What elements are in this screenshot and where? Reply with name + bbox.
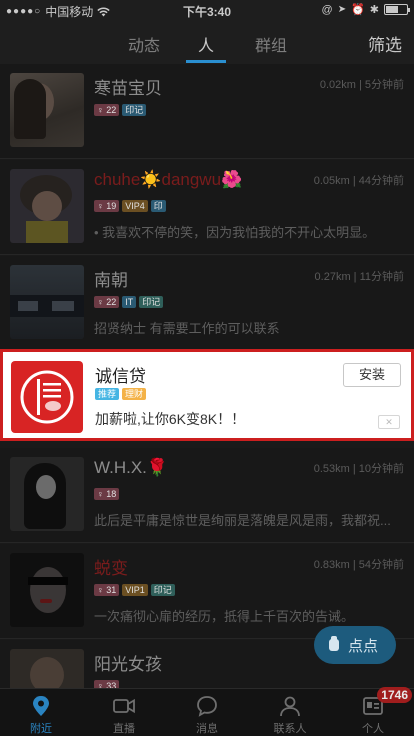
user-name: 寒苗宝贝 bbox=[94, 79, 162, 98]
age-badge: ♀ 22 bbox=[94, 104, 120, 116]
avatar bbox=[10, 649, 84, 688]
ad-tag-recommend: 推荐 bbox=[95, 388, 120, 400]
age-badge: ♀ 33 bbox=[94, 680, 120, 688]
ad-name: 诚信贷 bbox=[95, 367, 146, 386]
imprint-badge: 印 bbox=[150, 200, 166, 212]
imprint-badge: 印记 bbox=[139, 296, 164, 308]
tab-profile[interactable]: 个人 1746 bbox=[332, 687, 414, 736]
avatar bbox=[10, 73, 84, 147]
chat-bubble-icon bbox=[197, 696, 217, 717]
imprint-badge: 印记 bbox=[122, 104, 147, 116]
ad-logo-icon bbox=[11, 361, 83, 433]
tab-nearby[interactable]: 附近 bbox=[0, 689, 82, 736]
user-signature: 一次痛彻心扉的经历，抵得上千百次的告诫。 bbox=[94, 609, 355, 624]
nearby-user-list[interactable]: 寒苗宝贝 0.02km | 5分钟前 ♀ 22 印记 chuhe☀️dangwu… bbox=[0, 64, 414, 688]
ad-description: 加薪啦,让你6K变8K！！ bbox=[95, 411, 246, 427]
age-badge: ♀ 31 bbox=[94, 584, 120, 596]
video-camera-icon bbox=[113, 698, 135, 714]
notification-count-badge: 1746 bbox=[377, 687, 412, 703]
industry-badge: IT bbox=[122, 296, 137, 308]
user-signature: • 我喜欢不停的笑，因为我怕我的不开心太明显。 bbox=[94, 225, 376, 240]
hand-icon bbox=[329, 636, 339, 651]
location-icon: ➤ bbox=[337, 4, 347, 15]
tab-dongtai[interactable]: 动态 bbox=[128, 32, 160, 56]
person-icon bbox=[280, 696, 300, 717]
user-signature: 此后是平庸是惊世是绚丽是落魄是风是雨，我都祝... bbox=[94, 513, 391, 528]
user-name: 阳光女孩 bbox=[94, 655, 162, 674]
battery-icon bbox=[384, 4, 410, 15]
list-item[interactable]: 寒苗宝贝 0.02km | 5分钟前 ♀ 22 印记 bbox=[0, 64, 414, 159]
avatar bbox=[10, 553, 84, 627]
vip-badge: VIP4 bbox=[122, 200, 148, 212]
list-item[interactable]: chuhe☀️dangwu🌺 0.05km | 44分钟前 ♀ 19 VIP4 … bbox=[0, 160, 414, 255]
sponsored-ad-item[interactable]: 诚信贷 推荐 理财 加薪啦,让你6K变8K！！ 安装 ✕ bbox=[0, 349, 414, 441]
avatar bbox=[10, 265, 84, 339]
status-bar: ●●●●○ 中国移动 下午3:40 @ ➤ ⏰ ✱ bbox=[0, 0, 414, 20]
close-ad-button[interactable]: ✕ bbox=[378, 415, 400, 429]
bluetooth-icon: ✱ bbox=[369, 4, 379, 16]
list-item[interactable]: W.H.X.🌹 0.53km | 10分钟前 ♀ 18 此后是平庸是惊世是绚丽是… bbox=[0, 448, 414, 543]
active-tab-indicator bbox=[186, 60, 226, 63]
lock-rotation-icon: @ bbox=[321, 3, 333, 16]
install-button[interactable]: 安装 bbox=[343, 363, 401, 387]
age-badge: ♀ 18 bbox=[94, 488, 120, 500]
vip-badge: VIP1 bbox=[122, 584, 148, 596]
imprint-badge: 印记 bbox=[150, 584, 175, 596]
bottom-tab-bar: 附近 直播 消息 联系人 个人 1746 bbox=[0, 687, 414, 736]
list-item[interactable]: 南朝 0.27km | 11分钟前 ♀ 22 IT 印记 招贤纳士 有需要工作的… bbox=[0, 256, 414, 351]
list-item[interactable]: 蜕变 0.83km | 54分钟前 ♀ 31 VIP1 印记 一次痛彻心扉的经历… bbox=[0, 544, 414, 639]
avatar bbox=[10, 169, 84, 243]
distance-time: 0.83km | 54分钟前 bbox=[313, 559, 404, 571]
tab-live[interactable]: 直播 bbox=[83, 689, 165, 736]
age-badge: ♀ 22 bbox=[94, 296, 120, 308]
user-name: chuhe☀️dangwu🌺 bbox=[94, 170, 243, 189]
distance-time: 0.53km | 10分钟前 bbox=[313, 463, 404, 475]
user-name: 蜕变 bbox=[94, 559, 128, 578]
user-name: 南朝 bbox=[94, 271, 128, 290]
age-badge: ♀ 19 bbox=[94, 200, 120, 212]
distance-time: 0.27km | 11分钟前 bbox=[314, 271, 404, 283]
distance-time: 0.05km | 44分钟前 bbox=[313, 175, 404, 187]
alarm-icon: ⏰ bbox=[351, 4, 365, 16]
dian-dian-button[interactable]: 点点 bbox=[314, 626, 396, 664]
user-name: W.H.X.🌹 bbox=[94, 458, 169, 477]
fab-label: 点点 bbox=[348, 637, 379, 655]
location-pin-icon bbox=[33, 696, 49, 716]
tab-ren[interactable]: 人 bbox=[198, 32, 214, 56]
user-signature: 招贤纳士 有需要工作的可以联系 bbox=[94, 321, 280, 336]
filter-button[interactable]: 筛选 bbox=[368, 31, 402, 56]
top-nav: 动态 人 群组 筛选 bbox=[0, 20, 414, 64]
tab-qunzu[interactable]: 群组 bbox=[255, 32, 287, 56]
avatar bbox=[10, 457, 84, 531]
distance-time: 0.02km | 5分钟前 bbox=[319, 79, 404, 91]
ad-tag-finance: 理财 bbox=[122, 388, 147, 400]
tab-contacts[interactable]: 联系人 bbox=[249, 689, 331, 736]
tab-messages[interactable]: 消息 bbox=[166, 689, 248, 736]
